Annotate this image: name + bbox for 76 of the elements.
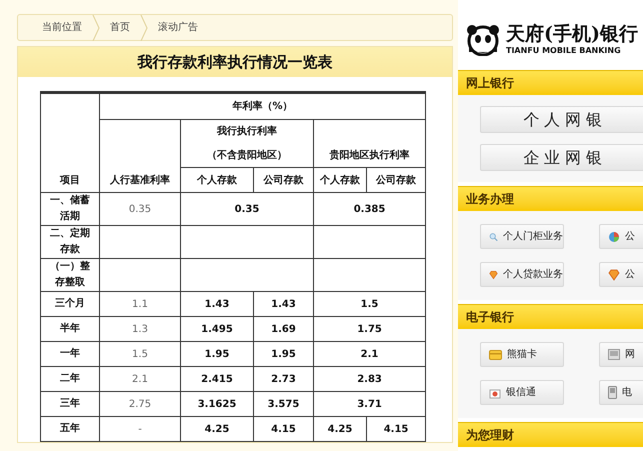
section-header: 业务办理 [458, 186, 643, 211]
table-cell: 1.95 [254, 342, 314, 366]
breadcrumb-link[interactable]: 当前位置 [36, 20, 88, 35]
service-button[interactable]: 电 [599, 380, 643, 405]
table-cell: 1.69 [254, 316, 314, 342]
service-button[interactable]: 银信通 [480, 380, 564, 405]
table-cell: 1.1 [100, 292, 180, 316]
page-title: 我行存款利率执行情况一览表 [18, 47, 452, 77]
table-cell: 公司存款 [366, 168, 426, 192]
table-cell: 1.5 [100, 342, 180, 366]
service-button[interactable]: 网 [599, 342, 643, 367]
table-cell: 公司存款 [254, 168, 314, 192]
section-header: 为您理财 [458, 422, 643, 447]
table-cell: 三年 [40, 392, 100, 416]
panda-logo-icon [466, 24, 500, 56]
table-cell: 2.83 [314, 366, 426, 392]
table-cell: （一）整存整取 [40, 258, 100, 292]
service-button[interactable]: 个人门柜业务 [480, 224, 564, 249]
screen-icon [608, 349, 620, 360]
table-cell: 0.35 [100, 192, 180, 226]
table-cell: 2.75 [100, 392, 180, 416]
gem-icon [489, 268, 498, 280]
table-cell: 三个月 [40, 292, 100, 316]
table-cell: 1.495 [180, 316, 254, 342]
table-cell: 半年 [40, 316, 100, 342]
table-cell: 一、储蓄活期 [40, 192, 100, 226]
bank-button[interactable]: 企业网银 [480, 144, 643, 171]
table-cell: 1.43 [254, 292, 314, 316]
gem-icon [608, 268, 620, 280]
table-cell: 2.1 [314, 342, 426, 366]
table-cell: 项目 [40, 92, 100, 192]
table-cell: 1.3 [100, 316, 180, 342]
table-cell: 4.25 [180, 416, 254, 442]
table-cell: 2.73 [254, 366, 314, 392]
phone-icon [608, 386, 617, 399]
chevron-icon [140, 14, 148, 40]
section-header: 网上银行 [458, 70, 643, 95]
table-cell: 二、定期存款 [40, 226, 100, 258]
table-cell: 2.415 [180, 366, 254, 392]
table-cell: 2.1 [100, 366, 180, 392]
table-cell: - [100, 416, 180, 442]
table-cell: 个人存款 [314, 168, 366, 192]
table-cell: 0.385 [314, 192, 426, 226]
table-cell: 3.1625 [180, 392, 254, 416]
table-cell: 4.25 [314, 416, 366, 442]
service-button[interactable]: 公 [599, 224, 643, 249]
section-header: 电子银行 [458, 304, 643, 329]
breadcrumb-link[interactable]: 首页 [104, 20, 136, 35]
breadcrumb-link[interactable]: 滚动广告 [152, 20, 204, 35]
table-cell: 一年 [40, 342, 100, 366]
table-cell: 1.43 [180, 292, 254, 316]
table-cell: 五年 [40, 416, 100, 442]
pie-icon [608, 230, 620, 242]
logo-title: 天府(手机)银行 [506, 23, 638, 45]
table-cell: 人行基准利率 [100, 120, 180, 192]
card-icon [489, 350, 502, 360]
table-cell: 二年 [40, 366, 100, 392]
chevron-icon [92, 14, 100, 40]
table-cell: 个人存款 [180, 168, 254, 192]
table-cell: 3.575 [254, 392, 314, 416]
table-cell: 1.5 [314, 292, 426, 316]
table-cell: 3.71 [314, 392, 426, 416]
table-cell: 4.15 [366, 416, 426, 442]
table-cell: 1.75 [314, 316, 426, 342]
service-button[interactable]: 个人贷款业务 [480, 262, 564, 287]
table-cell: 0.35 [180, 192, 314, 226]
service-button[interactable]: 公 [599, 262, 643, 287]
envelope-icon [489, 386, 501, 398]
service-button[interactable]: 熊猫卡 [480, 342, 564, 367]
bank-button[interactable]: 个人网银 [480, 106, 643, 133]
table-cell: 年利率（%） [100, 92, 426, 120]
magnifier-icon [489, 230, 498, 242]
table-cell: 1.95 [180, 342, 254, 366]
table-cell: 贵阳地区执行利率 [314, 120, 426, 168]
table-cell: 4.15 [254, 416, 314, 442]
logo-subtitle: TIANFU MOBILE BANKING [506, 45, 622, 57]
